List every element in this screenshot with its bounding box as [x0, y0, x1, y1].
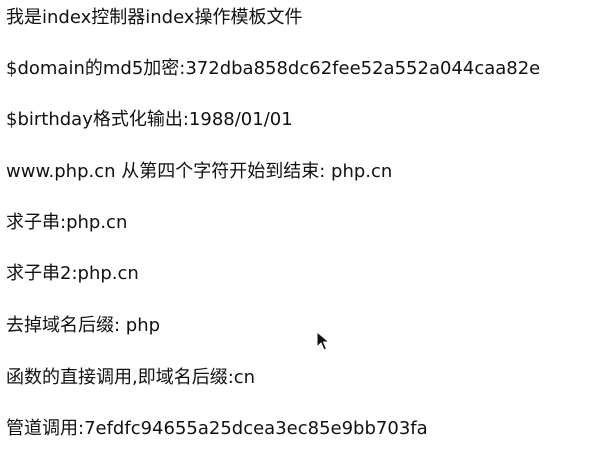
- mouse-pointer-icon: [316, 331, 330, 351]
- line-direct-call-suffix: 函数的直接调用,即域名后缀:cn: [6, 367, 256, 388]
- line-domain-md5: $domain的md5加密:372dba858dc62fee52a552a044…: [6, 58, 541, 79]
- line-pipe-call: 管道调用:7efdfc94655a25dcea3ec85e9bb703fa: [6, 418, 428, 439]
- line-birthday-format: $birthday格式化输出:1988/01/01: [6, 109, 293, 130]
- line-substring: 求子串:php.cn: [6, 212, 128, 233]
- line-template-title: 我是index控制器index操作模板文件: [6, 7, 303, 28]
- line-substring-2: 求子串2:php.cn: [6, 263, 139, 284]
- line-substr-from-fourth: www.php.cn 从第四个字符开始到结束: php.cn: [6, 161, 393, 182]
- line-remove-suffix: 去掉域名后缀: php: [6, 315, 161, 336]
